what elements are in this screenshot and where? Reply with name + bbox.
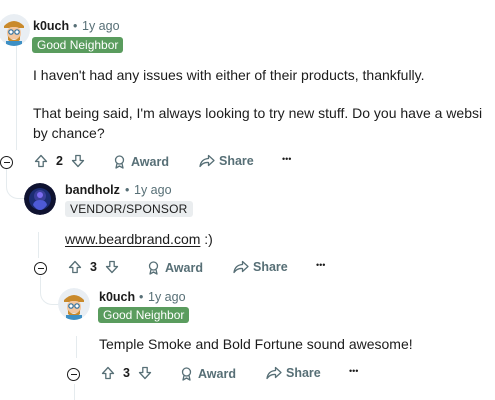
thread-branch [40,276,59,305]
avatar[interactable] [58,288,90,320]
share-icon [199,154,215,168]
award-icon [146,260,161,275]
award-icon [112,154,127,169]
vote-controls: 3 [101,366,152,380]
award-label: Award [165,260,203,275]
upvote-icon[interactable] [34,154,48,168]
vote-count: 3 [123,366,130,380]
award-button[interactable]: Award [179,366,236,381]
comment-timestamp[interactable]: 1y ago [134,183,172,197]
award-button[interactable]: Award [112,154,169,169]
share-label: Share [219,154,254,168]
award-button[interactable]: Award [146,260,203,275]
comment-author[interactable]: bandholz [65,183,120,197]
avatar[interactable] [0,14,30,46]
vote-count: 3 [90,260,97,274]
share-icon [233,260,249,274]
comment-body: www.beardbrand.com :) [65,230,213,248]
thread-line [16,42,17,150]
upvote-icon[interactable] [101,366,115,380]
comment-body-line: by chance? [33,125,105,141]
share-icon [266,366,282,380]
comment-body: Temple Smoke and Bold Fortune sound awes… [99,336,413,352]
more-options-icon[interactable]: ••• [349,366,358,376]
vote-controls: 3 [68,260,119,274]
share-button[interactable]: Share [233,260,288,274]
comment-author[interactable]: k0uch [33,19,69,33]
share-label: Share [286,366,321,380]
downvote-icon[interactable] [71,154,85,168]
award-label: Award [131,154,169,169]
award-label: Award [198,366,236,381]
vote-count: 2 [56,154,63,168]
comment-body-suffix: :) [200,231,213,247]
thread-line [74,384,75,400]
comment-author[interactable]: k0uch [99,290,135,304]
upvote-icon[interactable] [68,260,82,274]
share-button[interactable]: Share [266,366,321,380]
more-options-icon[interactable]: ••• [282,154,291,164]
collapse-thread-button[interactable] [0,156,13,169]
share-label: Share [253,260,288,274]
award-icon [179,366,194,381]
avatar[interactable] [24,183,56,215]
user-flair: Good Neighbor [32,37,124,53]
comment-timestamp[interactable]: 1y ago [148,290,186,304]
more-options-icon[interactable]: ••• [316,260,325,270]
meta-separator: • [139,290,144,304]
comment-body-line: That being said, I'm always looking to t… [33,105,483,121]
collapse-thread-button[interactable] [67,368,80,381]
meta-separator: • [125,183,130,197]
thread-line [38,232,39,258]
meta-separator: • [73,19,78,33]
thread-branch [6,168,25,199]
thread-line [76,336,77,358]
comment-body-line: I haven't had any issues with either of … [33,67,425,83]
user-flair: VENDOR/SPONSOR [65,201,193,217]
share-button[interactable]: Share [199,154,254,168]
user-flair: Good Neighbor [98,307,190,323]
vote-controls: 2 [34,154,85,168]
downvote-icon[interactable] [138,366,152,380]
downvote-icon[interactable] [105,260,119,274]
collapse-thread-button[interactable] [34,262,47,275]
website-link[interactable]: www.beardbrand.com [65,231,200,247]
comment-timestamp[interactable]: 1y ago [82,19,120,33]
